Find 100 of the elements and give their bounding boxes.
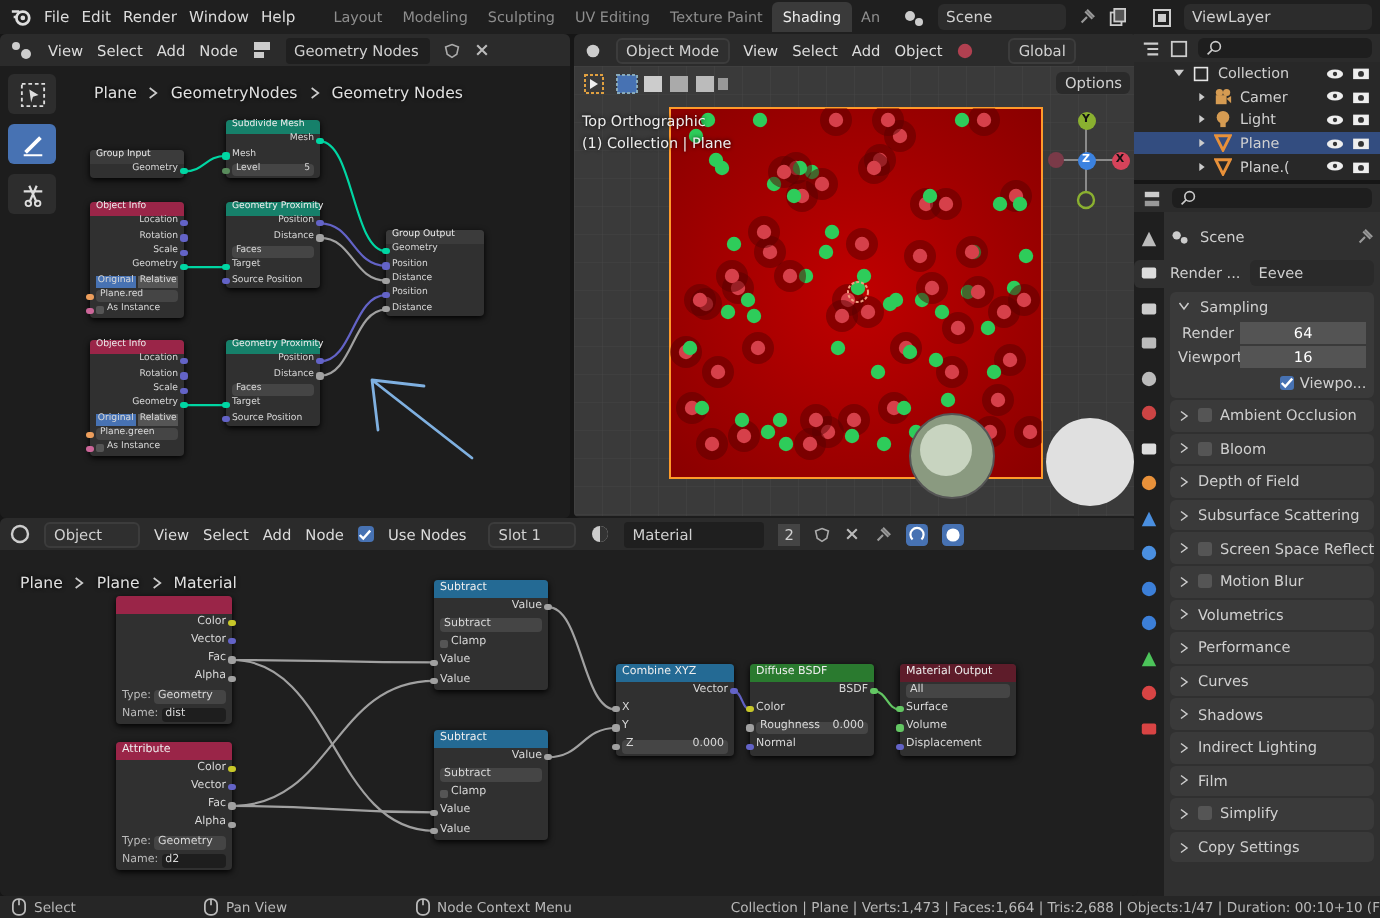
annotate-tool-button[interactable] [8,124,56,164]
checkbox[interactable] [440,639,448,648]
close-icon[interactable] [843,526,860,542]
expand-arrow-icon[interactable] [1198,138,1206,149]
expand-arrow-icon[interactable] [1198,91,1206,102]
socket-dot[interactable] [180,168,188,175]
socket-dot[interactable] [382,291,390,299]
socket-dot[interactable] [180,387,188,394]
socket-dot[interactable] [228,802,236,810]
socket-dot[interactable] [228,638,236,645]
socket-dot[interactable] [316,234,324,242]
expand-arrow-icon[interactable] [1198,161,1206,172]
socket-dot[interactable] [612,743,620,750]
socket-dot[interactable] [544,604,552,611]
socket-dot[interactable] [228,675,236,682]
node-editor-icon[interactable] [10,40,34,60]
node-editor-icon[interactable] [10,524,30,544]
socket-dot[interactable] [228,821,236,828]
eye-icon[interactable] [1326,67,1344,80]
node-header[interactable] [116,596,232,614]
socket-dot[interactable] [382,248,390,255]
socket-dot[interactable] [896,724,904,732]
socket-dot[interactable] [316,372,324,380]
overlay-icon[interactable] [941,523,964,545]
checkbox[interactable] [1198,806,1212,821]
checkbox[interactable] [1279,376,1294,390]
socket-dot[interactable] [316,220,324,227]
socket-dot[interactable] [870,688,878,695]
socket-dot[interactable] [746,706,754,713]
socket-dot[interactable] [228,656,236,664]
socket-dot[interactable] [86,431,94,438]
search-field[interactable] [1172,188,1372,208]
checkbox[interactable] [1198,541,1212,556]
viewport-icon[interactable] [584,41,602,59]
checkbox[interactable] [1198,574,1212,589]
socket-dot[interactable] [86,445,94,453]
pin-icon[interactable] [1356,228,1375,246]
socket-dot[interactable] [180,249,188,256]
socket-dot[interactable] [228,766,236,773]
select-tool-icon[interactable] [584,73,604,93]
expand-arrow-icon[interactable] [1174,68,1184,79]
socket-dot[interactable] [896,706,904,713]
snap-icon[interactable] [905,523,928,545]
select-tool-button[interactable] [8,74,56,114]
editor-type-icon[interactable] [1142,189,1162,207]
camera-icon[interactable] [1352,89,1370,104]
eye-icon[interactable] [1326,90,1344,103]
checkbox[interactable] [96,306,104,315]
checkbox[interactable] [1198,408,1212,423]
socket-dot[interactable] [222,152,230,160]
socket-dot[interactable] [86,293,94,300]
socket-dot[interactable] [180,234,188,242]
checkbox[interactable] [96,444,104,453]
socket-dot[interactable] [430,659,438,666]
socket-dot[interactable] [228,784,236,791]
socket-dot[interactable] [180,358,188,365]
socket-dot[interactable] [746,743,754,750]
socket-dot[interactable] [180,263,188,271]
filter-icon[interactable] [1170,39,1188,57]
socket-dot[interactable] [612,724,620,732]
expand-arrow-icon[interactable] [1198,114,1206,125]
shield-icon[interactable] [813,525,830,543]
socket-dot[interactable] [180,220,188,227]
checkbox[interactable] [1198,441,1212,456]
material-icon[interactable] [590,524,611,544]
socket-dot[interactable] [382,306,390,313]
navigation-gizmo[interactable] [1048,127,1117,210]
socket-dot[interactable] [228,620,236,627]
socket-dot[interactable] [430,809,438,816]
eye-icon[interactable] [1326,137,1344,150]
socket-dot[interactable] [86,307,94,315]
blender-logo-icon[interactable] [10,6,32,28]
socket-dot[interactable] [544,754,552,761]
copy-icon[interactable] [1108,8,1127,26]
eye-icon[interactable] [1326,160,1344,173]
close-icon[interactable] [473,42,490,58]
camera-icon[interactable] [1352,136,1370,151]
socket-dot[interactable] [222,278,230,285]
socket-dot[interactable] [382,277,390,284]
camera-icon[interactable] [1352,66,1370,81]
camera-icon[interactable] [1352,112,1370,127]
pin-icon[interactable] [873,525,892,543]
socket-dot[interactable] [430,827,438,834]
view-layer-icon[interactable] [1152,7,1172,27]
eye-icon[interactable] [1326,113,1344,126]
socket-dot[interactable] [222,401,230,409]
display-mode-icon[interactable] [1142,39,1160,57]
shield-icon[interactable] [443,41,460,59]
material-preview-icon[interactable] [956,41,975,59]
search-field[interactable] [1198,38,1372,58]
socket-dot[interactable] [222,167,230,174]
socket-dot[interactable] [730,688,738,695]
checkbox[interactable] [440,789,448,798]
checkbox[interactable] [357,526,374,542]
selection-mode-icon[interactable] [616,73,728,93]
cut-tool-button[interactable] [8,174,56,214]
socket-dot[interactable] [222,263,230,271]
socket-dot[interactable] [746,724,754,732]
socket-dot[interactable] [180,372,188,380]
render-tab[interactable] [1134,259,1164,287]
